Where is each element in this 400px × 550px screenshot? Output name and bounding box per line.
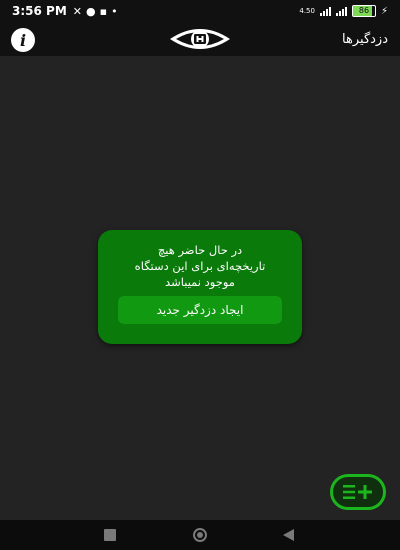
eye-lock-logo [170,29,230,49]
status-notification-icons: ✕ ● ▪ • [73,5,118,18]
list-add-icon [343,485,372,499]
system-nav-bar [0,520,400,550]
status-right-group: 4.50 86 ⚡ [299,0,388,22]
mute-icon: ✕ [72,4,82,18]
info-icon[interactable]: i [11,28,35,52]
empty-state-card: در حال حاضر هیچ تاریخچه‌ای برای این دستگ… [98,230,302,344]
app-notification-icon: ● [85,4,96,18]
signal-icon-2 [335,6,347,16]
back-icon[interactable] [283,529,294,541]
empty-state-line-3: موجود نمیباشد [165,275,235,289]
create-alarm-button[interactable]: ایجاد دزدگیر جدید [118,296,282,324]
empty-state-line-2: تاریخچه‌ای برای این دستگاه [134,259,266,273]
page-title: دزدگیرها [342,31,388,47]
empty-state-line-1: در حال حاضر هیچ [157,243,243,257]
charging-icon: ⚡ [380,5,388,17]
network-speed: 4.50 [299,7,315,15]
add-list-fab[interactable] [330,474,386,510]
home-icon[interactable] [193,528,207,542]
status-time: 3:56 PM [12,4,67,18]
empty-state-message: در حال حاضر هیچ تاریخچه‌ای برای این دستگ… [108,242,292,290]
battery-icon: 86 [351,5,376,17]
dot-icon: • [111,4,118,18]
battery-level: 86 [358,6,370,15]
app-bar: i دزدگیرها [0,22,400,56]
signal-icon [319,6,331,16]
trash-icon: ▪ [99,4,108,18]
recents-icon[interactable] [104,529,116,541]
status-bar: 3:56 PM ✕ ● ▪ • 4.50 86 ⚡ [0,0,400,22]
